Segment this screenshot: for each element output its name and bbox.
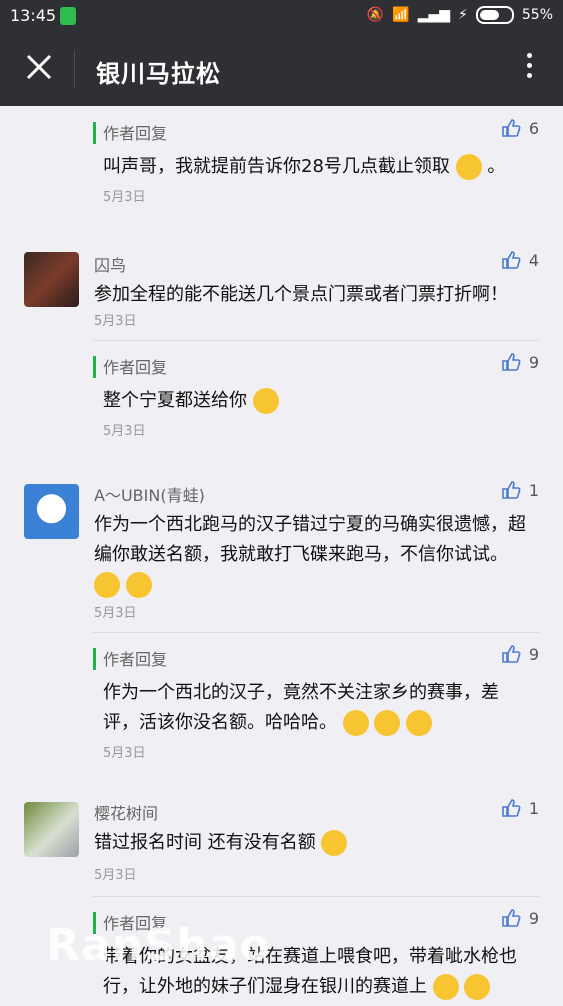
reply-text: 叫声哥，我就提前告诉你28号几点截止领取 。: [103, 152, 529, 182]
comment-like-count: 1: [528, 480, 539, 500]
comment-item: A～UBIN(青蛙) 1 作为一个西北跑马的汉子错过宁夏的马确实很遗憾，超编你敢…: [0, 480, 563, 640]
reply-author: 作者回复: [103, 124, 168, 143]
title-bar: 银川马拉松: [0, 32, 563, 106]
thumb-up-icon: [502, 481, 521, 499]
reply-date: 5月3日: [103, 746, 146, 761]
reply-accent-bar: [93, 122, 96, 144]
comment-date: 5月3日: [94, 606, 137, 621]
comment-text: 参加全程的能不能送几个景点门票或者门票打折啊！: [94, 284, 508, 305]
comment-like-button[interactable]: 1: [501, 798, 539, 818]
comment-like-button[interactable]: 1: [501, 480, 539, 500]
comment-author: A～UBIN(青蛙): [94, 486, 205, 505]
heart-eyes-emoji-icon: [464, 974, 491, 1000]
comment-author: 樱花树间: [94, 804, 159, 823]
thumb-up-icon: [502, 645, 521, 663]
status-bar: 13:45 🔕 📶 ▂▄▆ ⚡ 55%: [0, 0, 563, 32]
status-time: 13:45: [10, 6, 57, 25]
crying-laughing-emoji-icon: [94, 572, 120, 598]
comments-list[interactable]: 作者回复 叫声哥，我就提前告诉你28号几点截止领取 。 5月3日 6 囚鸟 4 …: [0, 106, 563, 1000]
reply-like-count: 9: [528, 644, 539, 664]
page-title: 银川马拉松: [96, 60, 221, 88]
comment-like-button[interactable]: 4: [501, 250, 539, 270]
more-icon: [527, 53, 532, 58]
reply-like-count: 9: [528, 908, 539, 928]
reply-like-count: 9: [528, 352, 539, 372]
comment-text: 作为一个西北跑马的汉子错过宁夏的马确实很遗憾，超编你敢送名额，我就敢打飞碟来跑马…: [94, 510, 535, 600]
close-icon: [26, 54, 52, 80]
reply-like-button[interactable]: 6: [501, 118, 539, 138]
crying-emoji-icon: [321, 830, 348, 856]
app-notification-icon: [60, 7, 76, 25]
avatar[interactable]: [24, 252, 79, 307]
battery-icon: [475, 6, 514, 24]
comment-item: 樱花树间 1 错过报名时间 还有没有名额 5月3日: [0, 798, 563, 908]
comment-date: 5月3日: [94, 868, 137, 883]
reply-accent-bar: [93, 648, 96, 670]
comment-date: 5月3日: [94, 314, 137, 329]
reply-date: 5月3日: [103, 424, 146, 439]
grinning-emoji-icon: [374, 710, 401, 736]
reply-date: 5月3日: [103, 190, 146, 205]
reply-accent-bar: [93, 356, 96, 378]
grinning-emoji-icon: [342, 710, 369, 736]
reply-item: 作者回复 作为一个西北的汉子，竟然不关注家乡的赛事，差评，活该你没名额。哈哈哈。…: [93, 632, 539, 762]
reply-author: 作者回复: [103, 358, 168, 377]
thumb-up-icon: [502, 799, 521, 817]
battery-percent: 55%: [521, 7, 553, 23]
signal-icon: ▂▄▆: [417, 7, 451, 23]
comment-author: 囚鸟: [94, 256, 127, 275]
reply-item: 作者回复 叫声哥，我就提前告诉你28号几点截止领取 。 5月3日 6: [93, 106, 539, 226]
reply-item: 作者回复 整个宁夏都送给你 5月3日 9: [93, 340, 539, 450]
heart-eyes-emoji-icon: [252, 388, 279, 414]
close-button[interactable]: [22, 50, 56, 84]
mute-icon: 🔕: [366, 7, 385, 23]
grinning-emoji-icon: [406, 710, 433, 736]
thumb-up-icon: [502, 119, 521, 137]
wifi-icon: 📶: [392, 7, 410, 23]
reply-like-button[interactable]: 9: [501, 352, 539, 372]
reply-like-button[interactable]: 9: [501, 644, 539, 664]
charging-icon: ⚡: [458, 7, 468, 23]
cool-emoji-icon: [455, 154, 482, 180]
status-right: 🔕 📶 ▂▄▆ ⚡ 55%: [367, 6, 553, 24]
reply-like-count: 6: [528, 118, 539, 138]
reply-like-button[interactable]: 9: [501, 908, 539, 928]
reply-text: 作为一个西北的汉子，竟然不关注家乡的赛事，差评，活该你没名额。哈哈哈。: [103, 678, 529, 738]
thumb-up-icon: [502, 251, 521, 269]
reply-author: 作者回复: [103, 650, 168, 669]
title-separator: [74, 50, 75, 88]
thumb-up-icon: [502, 353, 521, 371]
thumb-up-icon: [502, 909, 521, 927]
comment-like-count: 4: [528, 250, 539, 270]
more-button[interactable]: [527, 50, 537, 88]
crying-laughing-emoji-icon: [125, 572, 152, 598]
avatar[interactable]: [24, 802, 79, 857]
comment-like-count: 1: [528, 798, 539, 818]
reply-text: 整个宁夏都送给你: [103, 386, 529, 416]
avatar[interactable]: [24, 484, 79, 539]
watermark-logo: RanShao: [46, 920, 271, 971]
comment-text: 错过报名时间 还有没有名额: [94, 828, 535, 858]
heart-eyes-emoji-icon: [432, 974, 459, 1000]
